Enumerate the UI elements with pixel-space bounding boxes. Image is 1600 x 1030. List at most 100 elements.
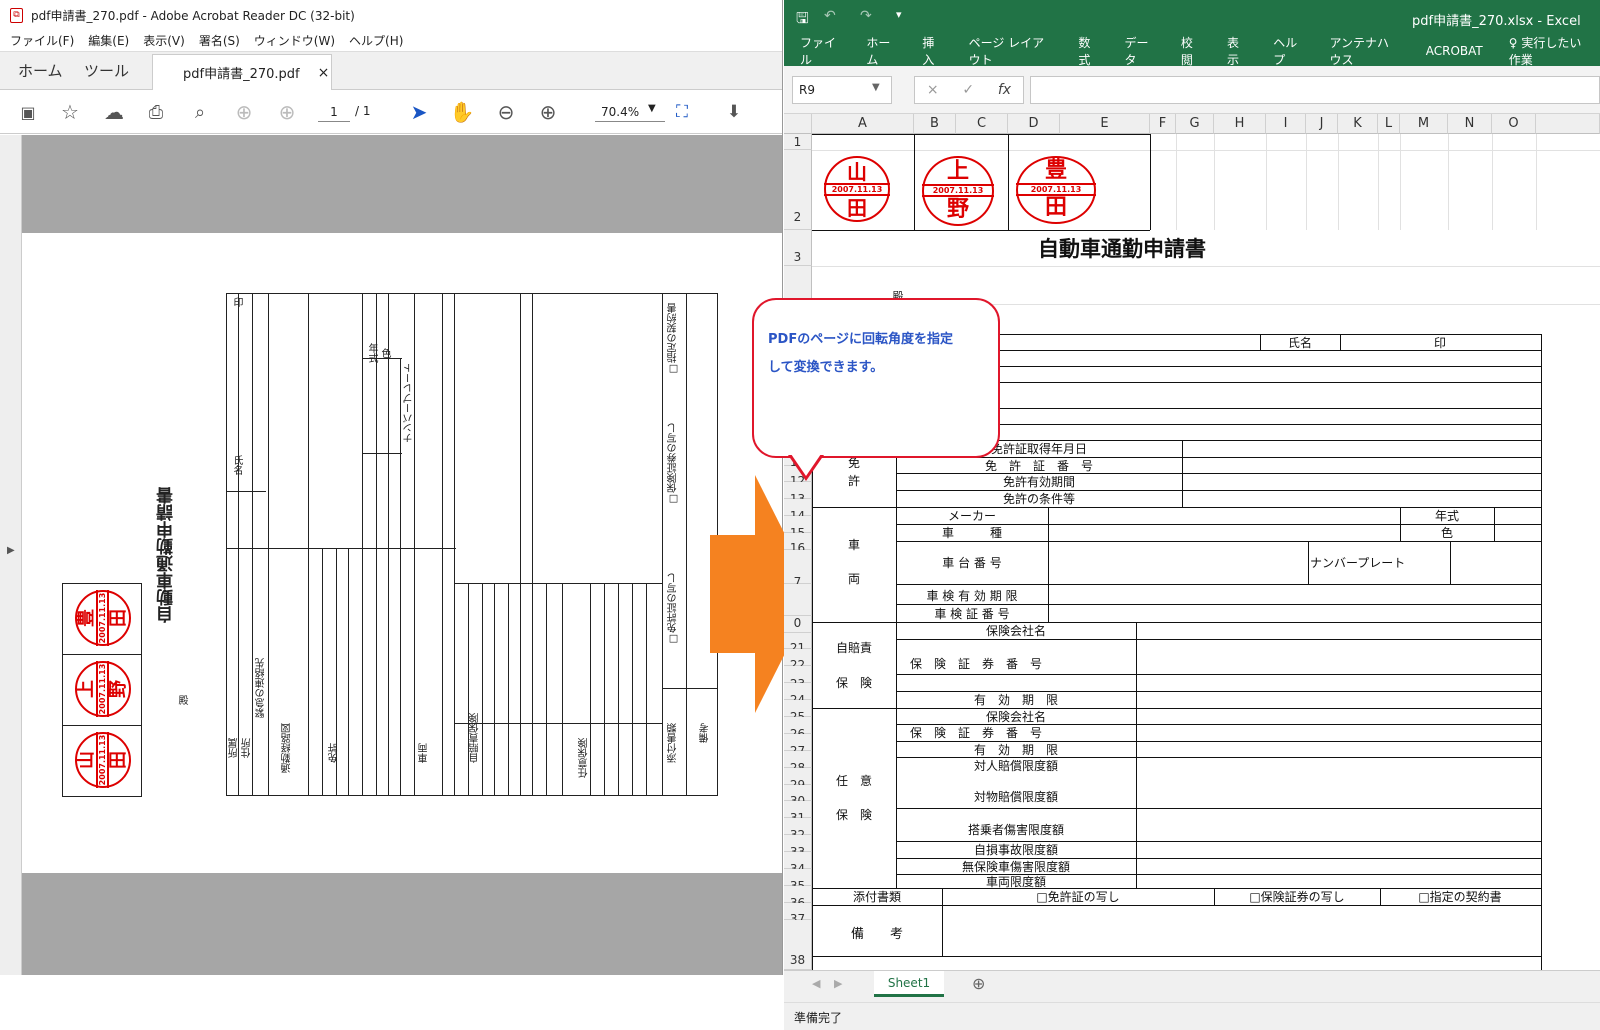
row-header[interactable]: 2 [784, 150, 812, 230]
page-down-icon[interactable]: ⊕ [273, 98, 301, 126]
row-header[interactable]: 22 [784, 649, 812, 672]
formula-input[interactable] [1030, 76, 1600, 104]
menu-window[interactable]: ウィンドウ(W) [254, 32, 335, 49]
row-header[interactable]: 35 [784, 869, 812, 893]
row-header[interactable]: 34 [784, 852, 812, 876]
namebox-dropdown-icon[interactable]: ▼ [872, 82, 880, 93]
col-header-m[interactable]: M [1400, 114, 1448, 134]
save-icon[interactable]: ▣ [14, 98, 42, 126]
row-header[interactable] [784, 584, 812, 616]
page-number-input[interactable]: 1 [318, 102, 350, 122]
row-header[interactable]: 33 [784, 835, 812, 859]
sheet-prev-icon[interactable]: ◀ [812, 977, 820, 990]
nini-property-label: 対物賠償限度額 [973, 790, 1058, 804]
col-header-e[interactable]: E [1060, 114, 1150, 134]
row-header[interactable]: 1 [784, 134, 812, 150]
col-header-g[interactable]: G [1176, 114, 1214, 134]
col-header-k[interactable]: K [1338, 114, 1378, 134]
col-header-b[interactable]: B [914, 114, 956, 134]
row-header[interactable]: 3 [784, 230, 812, 266]
row-header[interactable]: 31 [784, 801, 812, 825]
print-icon[interactable]: ⎙ [142, 98, 170, 126]
ribbon-review[interactable]: 校閲 [1181, 34, 1201, 68]
row-header[interactable]: 36 [784, 886, 812, 910]
menu-file[interactable]: ファイル(F) [10, 32, 74, 49]
row-header[interactable]: 30 [784, 785, 812, 808]
insert-function-icon[interactable]: fx [998, 82, 1011, 98]
col-header-l[interactable]: L [1378, 114, 1400, 134]
redo-icon[interactable]: ↷ [860, 8, 872, 24]
undo-icon[interactable]: ↶ [824, 8, 836, 24]
fit-page-icon[interactable]: ⛶ [668, 98, 696, 126]
upload-icon[interactable]: ☁ [100, 98, 128, 126]
ribbon-help[interactable]: ヘルプ [1273, 34, 1303, 68]
col-header-c[interactable]: C [956, 114, 1008, 134]
chevron-down-icon[interactable]: ▼ [648, 103, 656, 114]
worksheet-grid[interactable]: A B C D E F G H I J K L M N O 1 2 3 11 1… [784, 114, 1600, 970]
col-header-a[interactable]: A [812, 114, 914, 134]
row-header[interactable]: 24 [784, 683, 812, 707]
row-header[interactable]: 28 [784, 751, 812, 775]
hand-icon[interactable]: ✋ [448, 98, 476, 126]
tab-home[interactable]: ホーム [18, 60, 63, 81]
row-header[interactable]: 25 [784, 700, 812, 724]
tab-tools[interactable]: ツール [84, 60, 129, 81]
quick-access-dropdown-icon[interactable]: ▾ [896, 8, 902, 21]
col-header-h[interactable]: H [1214, 114, 1266, 134]
add-sheet-icon[interactable]: ⊕ [972, 974, 985, 993]
tab-document[interactable]: pdf申請書_270.pdf × [152, 54, 332, 90]
save-icon[interactable]: 🖫 [796, 8, 809, 33]
scroll-mode-icon[interactable]: ⬇ [720, 98, 748, 126]
sheet-tab-sheet1[interactable]: Sheet1 [874, 971, 944, 997]
col-header-d[interactable]: D [1008, 114, 1060, 134]
col-header-i[interactable]: I [1266, 114, 1306, 134]
row-header[interactable]: 26 [784, 717, 812, 741]
ribbon-acrobat[interactable]: ACROBAT [1426, 44, 1483, 58]
select-all-corner[interactable] [784, 114, 812, 134]
row-header[interactable]: 16 [784, 533, 812, 555]
minus-circle-icon[interactable]: ⊖ [492, 98, 520, 126]
ribbon-tell-me[interactable]: ♀ 実行したい作業 [1509, 34, 1590, 68]
ribbon-formulas[interactable]: 数式 [1078, 34, 1098, 68]
ribbon-antenna[interactable]: アンテナハウス [1330, 34, 1400, 68]
row-header[interactable]: 23 [784, 666, 812, 691]
plus-circle-icon[interactable]: ⊕ [534, 98, 562, 126]
menu-help[interactable]: ヘルプ(H) [349, 32, 403, 49]
row-header[interactable]: 13 [784, 482, 812, 506]
row-header[interactable]: 0 [784, 616, 812, 633]
row-header[interactable]: 7 [784, 550, 812, 589]
menu-sign[interactable]: 署名(S) [199, 32, 240, 49]
row-header[interactable]: 21 [784, 633, 812, 655]
row-header[interactable]: 29 [784, 768, 812, 792]
zoom-out-search-icon[interactable]: ⌕ [186, 98, 214, 126]
ribbon-insert[interactable]: 挿入 [922, 34, 942, 68]
ribbon-home[interactable]: ホーム [866, 34, 896, 68]
expand-panel-icon[interactable]: ▶ [7, 545, 15, 556]
col-header-n[interactable]: N [1448, 114, 1492, 134]
ribbon-file[interactable]: ファイル [800, 34, 840, 68]
enter-icon[interactable]: ✓ [962, 82, 974, 98]
car-chassis-label: 車 台 番 号 [942, 555, 1002, 570]
row-header[interactable]: 27 [784, 734, 812, 758]
col-header-p[interactable] [1536, 114, 1600, 134]
col-header-f[interactable]: F [1150, 114, 1176, 134]
row-header[interactable]: 38 [784, 920, 812, 970]
pdf-label-shimei: 氏名 [231, 455, 242, 475]
row-header[interactable]: 37 [784, 903, 812, 926]
menu-edit[interactable]: 編集(E) [88, 32, 129, 49]
row-header[interactable]: 32 [784, 818, 812, 842]
select-cursor-icon[interactable]: ➤ [405, 98, 433, 126]
sheet-next-icon[interactable]: ▶ [834, 977, 842, 990]
close-tab-icon[interactable]: × [318, 65, 330, 81]
ribbon-data[interactable]: データ [1125, 34, 1155, 68]
col-header-o[interactable]: O [1492, 114, 1536, 134]
cancel-icon[interactable]: × [927, 82, 939, 98]
col-header-j[interactable]: J [1306, 114, 1338, 134]
row-header[interactable]: 14 [784, 499, 812, 523]
row-header[interactable]: 15 [784, 516, 812, 540]
star-icon[interactable]: ☆ [56, 98, 84, 126]
ribbon-view[interactable]: 表示 [1227, 34, 1247, 68]
menu-view[interactable]: 表示(V) [143, 32, 185, 49]
ribbon-page-layout[interactable]: ページ レイアウト [969, 34, 1053, 68]
page-up-icon[interactable]: ⊕ [230, 98, 258, 126]
